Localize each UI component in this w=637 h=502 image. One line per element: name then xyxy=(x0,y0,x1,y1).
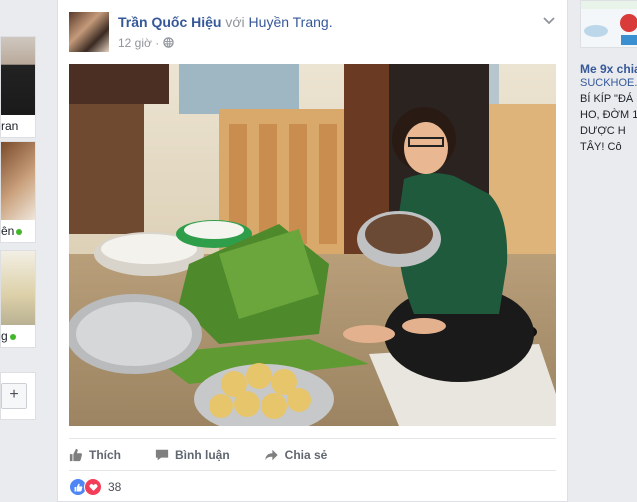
thumbs-up-icon xyxy=(69,448,83,462)
reaction-count[interactable]: 38 xyxy=(108,480,121,494)
author-avatar[interactable] xyxy=(69,12,109,52)
left-card-label[interactable]: ran xyxy=(1,115,35,137)
left-card-3[interactable]: g xyxy=(0,250,36,348)
with-text: với xyxy=(225,14,245,30)
share-arrow-icon xyxy=(265,449,278,461)
left-card-4: + xyxy=(0,372,36,420)
love-reaction-icon xyxy=(84,478,102,496)
sponsored-url[interactable]: SUCKHOE. xyxy=(580,77,637,89)
sponsored-line: HO, ĐỜM 1 xyxy=(580,109,637,121)
chevron-down-icon[interactable] xyxy=(541,12,557,28)
sponsored-line: TÂY! Cô xyxy=(580,141,622,153)
add-button[interactable]: + xyxy=(1,383,27,409)
online-indicator xyxy=(9,333,16,340)
left-card-label[interactable]: g xyxy=(1,329,8,343)
left-card-1[interactable]: ran xyxy=(0,36,36,138)
post-header: Trần Quốc Hiệu với Huyền Trang. xyxy=(118,14,333,30)
divider xyxy=(69,470,556,471)
left-card-label[interactable]: ên xyxy=(1,224,14,238)
comment-button[interactable]: Bình luận xyxy=(155,442,230,468)
left-card-2[interactable]: ên xyxy=(0,141,36,243)
sponsored-text: BÍ KÍP "ĐÁ HO, ĐỜM 1 DƯỢC H TÂY! Cô xyxy=(580,91,637,155)
post-photo-illustration xyxy=(69,64,556,426)
sponsored-line: BÍ KÍP "ĐÁ xyxy=(580,93,634,105)
online-indicator xyxy=(16,228,23,235)
sponsored-line: DƯỢC H xyxy=(580,125,626,137)
sponsored-title[interactable]: Me 9x chia xyxy=(580,62,637,76)
comment-label: Bình luận xyxy=(175,448,230,462)
divider xyxy=(69,438,556,439)
author-name[interactable]: Trần Quốc Hiệu xyxy=(118,14,221,30)
friend-photo[interactable] xyxy=(1,142,35,220)
post-meta: 12 giờ · xyxy=(118,36,174,50)
post-photo[interactable] xyxy=(69,64,556,426)
like-label: Thích xyxy=(89,448,121,462)
friend-photo[interactable] xyxy=(1,37,35,115)
tagged-friend[interactable]: Huyền Trang. xyxy=(249,14,333,30)
post-actions: Thích Bình luận Chia sẻ xyxy=(69,442,361,468)
sponsored-image-illustration xyxy=(581,1,637,47)
comment-icon xyxy=(155,449,169,461)
feed-post: Trần Quốc Hiệu với Huyền Trang. 12 giờ · xyxy=(57,0,568,502)
like-button[interactable]: Thích xyxy=(69,442,121,468)
public-globe-icon xyxy=(162,37,174,48)
reaction-summary[interactable]: 38 xyxy=(69,478,121,496)
sponsored-image[interactable] xyxy=(580,0,637,48)
post-time[interactable]: 12 giờ xyxy=(118,36,152,50)
share-button[interactable]: Chia sẻ xyxy=(264,442,328,468)
share-label: Chia sẻ xyxy=(284,448,328,462)
friend-photo[interactable] xyxy=(1,251,35,325)
